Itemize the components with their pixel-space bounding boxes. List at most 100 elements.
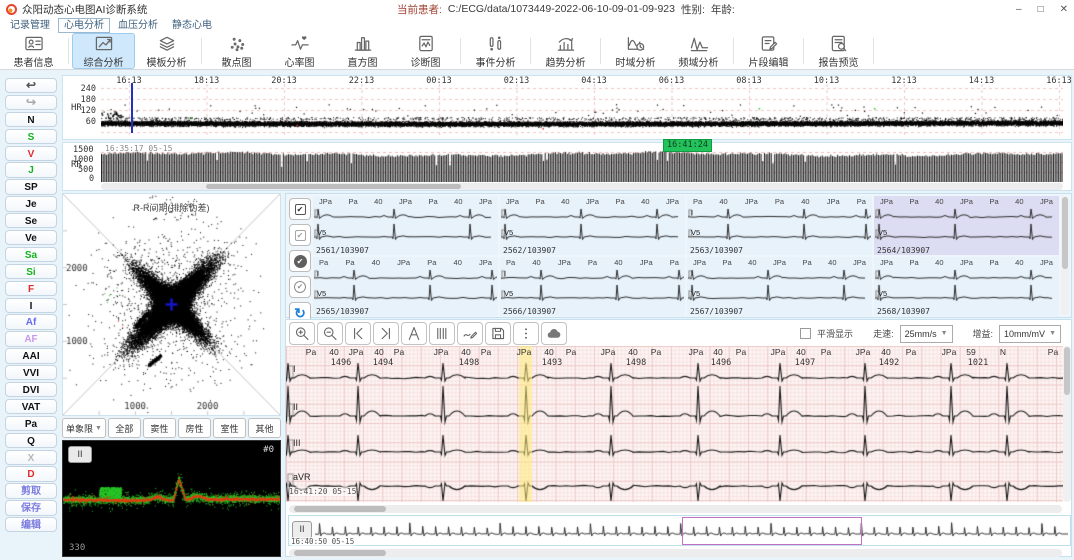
barcode-button[interactable] — [429, 322, 455, 345]
sidebar-button-Sa[interactable]: Sa — [5, 247, 57, 262]
beat-cell-2568[interactable]: JPaPa40JPaPa40JPaIV52568/103907 — [874, 257, 1059, 316]
toolbar-button-9[interactable]: 趋势分析 — [534, 33, 597, 69]
rhythm-hscrollbar-thumb[interactable] — [294, 550, 386, 556]
sidebar-button-J[interactable]: J — [5, 162, 57, 177]
rhythm-strip[interactable]: II 16:40:50 05-15 — [288, 515, 1071, 546]
circle-check-outline-icon[interactable]: ✔ — [289, 276, 311, 298]
toolbar-button-6[interactable]: 直方图 — [331, 33, 394, 69]
sidebar-button-Af[interactable]: Af — [5, 314, 57, 329]
annotation-token[interactable]: Pa — [306, 347, 316, 357]
annotation-token[interactable]: Pa — [394, 347, 404, 357]
time-cursor[interactable] — [131, 83, 133, 133]
menu-tab-4[interactable]: 静态心电 — [166, 18, 218, 33]
beat-grid-scrollbar[interactable] — [1061, 196, 1069, 315]
annotation-token[interactable]: 40 — [374, 347, 383, 357]
sidebar-button-编辑[interactable]: 编辑 — [5, 517, 57, 532]
annotation-token[interactable]: JPa — [771, 347, 786, 357]
filter-button-4[interactable]: 室性 — [213, 418, 246, 438]
quadrant-select[interactable]: 单象限 ▼ — [62, 418, 106, 438]
annotation-token[interactable]: Pa — [651, 347, 661, 357]
checkbox-checked-icon[interactable]: ✔ — [289, 198, 311, 220]
ecg-grid-view[interactable]: IIIIIIaVR Pa40JPa40PaJPa40PaJPa40PaJPa40… — [286, 346, 1063, 502]
smooth-display-checkbox[interactable] — [800, 328, 811, 339]
ecg-grid-vscrollbar[interactable] — [1063, 346, 1071, 502]
sidebar-button-Pa[interactable]: Pa — [5, 416, 57, 431]
sidebar-button-VAT[interactable]: VAT — [5, 399, 57, 414]
sidebar-button-VVI[interactable]: VVI — [5, 365, 57, 380]
caliper-button[interactable] — [401, 322, 427, 345]
toolbar-button-7[interactable]: 诊断图 — [394, 33, 457, 69]
ecg-grid-hscrollbar[interactable] — [289, 505, 1062, 513]
rhythm-selection-box[interactable] — [682, 517, 862, 545]
sidebar-button-N[interactable]: N — [5, 112, 57, 127]
maximize-button[interactable]: □ — [1038, 4, 1044, 15]
annotation-token[interactable]: JPa — [856, 347, 871, 357]
sidebar-button-AAI[interactable]: AAI — [5, 348, 57, 363]
ecg-grid-hscrollbar-thumb[interactable] — [294, 506, 386, 512]
beat-cell-2564[interactable]: JPaPa40JPaPa40JPaIV52564/103907 — [874, 196, 1059, 255]
annotation-token[interactable]: JPa — [517, 347, 532, 357]
beat-cell-2565[interactable]: PaPa40JPaPa40JPaIV52565/103907 — [313, 257, 498, 316]
toolbar-button-2[interactable]: 综合分析 — [72, 33, 135, 69]
annotation-token[interactable]: 40 — [881, 347, 890, 357]
annotation-token[interactable]: 40 — [713, 347, 722, 357]
toolbar-button-11[interactable]: 频域分析 — [667, 33, 730, 69]
menu-tab-3[interactable]: 血压分析 — [112, 18, 164, 33]
ecg-grid-vscrollbar-thumb[interactable] — [1064, 347, 1070, 395]
filter-button-5[interactable]: 其他 — [248, 418, 281, 438]
annotation-token[interactable]: 40 — [796, 347, 805, 357]
sidebar-button-保存[interactable]: 保存 — [5, 500, 57, 515]
circle-check-filled-icon[interactable]: ✔ — [289, 250, 311, 272]
more-button[interactable] — [513, 322, 539, 345]
annotation-token[interactable]: JPa — [601, 347, 616, 357]
annotation-token[interactable]: 40 — [329, 347, 338, 357]
beat-grid-scrollbar-thumb[interactable] — [1062, 197, 1068, 269]
beat-cell-2567[interactable]: JPaPa40JPaPa40JPaIV52567/103907 — [687, 257, 872, 316]
toolbar-button-3[interactable]: 模板分析 — [135, 33, 198, 69]
toolbar-button-12[interactable]: 片段编辑 — [737, 33, 800, 69]
toolbar-button-1[interactable]: 患者信息 — [2, 33, 65, 69]
beat-cell-2561[interactable]: JPaPa40JPaPa40JPaIV52561/103907 — [313, 196, 498, 255]
annotation-token[interactable]: Pa — [906, 347, 916, 357]
sidebar-button-SP[interactable]: SP — [5, 179, 57, 194]
beat-cell-2562[interactable]: JPaPa40JPaPa40JPaIV52562/103907 — [500, 196, 685, 255]
annotation-token[interactable]: Pa — [821, 347, 831, 357]
filter-button-1[interactable]: 全部 — [108, 418, 141, 438]
checkbox-light-icon[interactable]: ✔ — [289, 224, 311, 246]
sidebar-button-AF[interactable]: AF — [5, 331, 57, 346]
filter-button-3[interactable]: 房性 — [178, 418, 211, 438]
sidebar-button-Se[interactable]: Se — [5, 213, 57, 228]
annotation-token[interactable]: 40 — [544, 347, 553, 357]
gain-select[interactable]: 10mm/mV▼ — [999, 325, 1061, 343]
sidebar-button-Ve[interactable]: Ve — [5, 230, 57, 245]
filter-button-2[interactable]: 窦性 — [143, 418, 176, 438]
toolbar-button-4[interactable]: 散点图 — [205, 33, 268, 69]
speed-select[interactable]: 25mm/s▼ — [900, 325, 953, 343]
sidebar-button-Si[interactable]: Si — [5, 264, 57, 279]
toolbar-button-10[interactable]: 时域分析 — [604, 33, 667, 69]
zoom-out-button[interactable] — [317, 322, 343, 345]
toolbar-button-8[interactable]: 事件分析 — [464, 33, 527, 69]
sidebar-button-剪取[interactable]: 剪取 — [5, 483, 57, 498]
sidebar-button-S[interactable]: S — [5, 129, 57, 144]
sidebar-button-Je[interactable]: Je — [5, 196, 57, 211]
sidebar-button-Q[interactable]: Q — [5, 433, 57, 448]
sidebar-button-V[interactable]: V — [5, 146, 57, 161]
last-page-button[interactable] — [373, 322, 399, 345]
sidebar-button-I[interactable]: I — [5, 298, 57, 313]
annotation-token[interactable]: N — [1000, 347, 1006, 357]
beat-cell-2563[interactable]: Pa40JPaPa40JPaPaIV52563/103907 — [687, 196, 872, 255]
rr-scrollbar-thumb[interactable] — [206, 184, 461, 189]
zoom-in-button[interactable] — [289, 322, 315, 345]
sidebar-button-D[interactable]: D — [5, 466, 57, 481]
sidebar-button-redo[interactable]: ↪ — [5, 95, 57, 110]
annotation-token[interactable]: 40 — [628, 347, 637, 357]
annotation-token[interactable]: Pa — [736, 347, 746, 357]
minimize-button[interactable]: – — [1016, 4, 1022, 15]
sidebar-button-DVI[interactable]: DVI — [5, 382, 57, 397]
annotation-token[interactable]: JPa — [349, 347, 364, 357]
toolbar-button-13[interactable]: 报告预览 — [807, 33, 870, 69]
lorenz-scatter-plot[interactable] — [63, 194, 280, 415]
rhythm-hscrollbar[interactable] — [289, 549, 1062, 557]
annotation-token[interactable]: JPa — [434, 347, 449, 357]
